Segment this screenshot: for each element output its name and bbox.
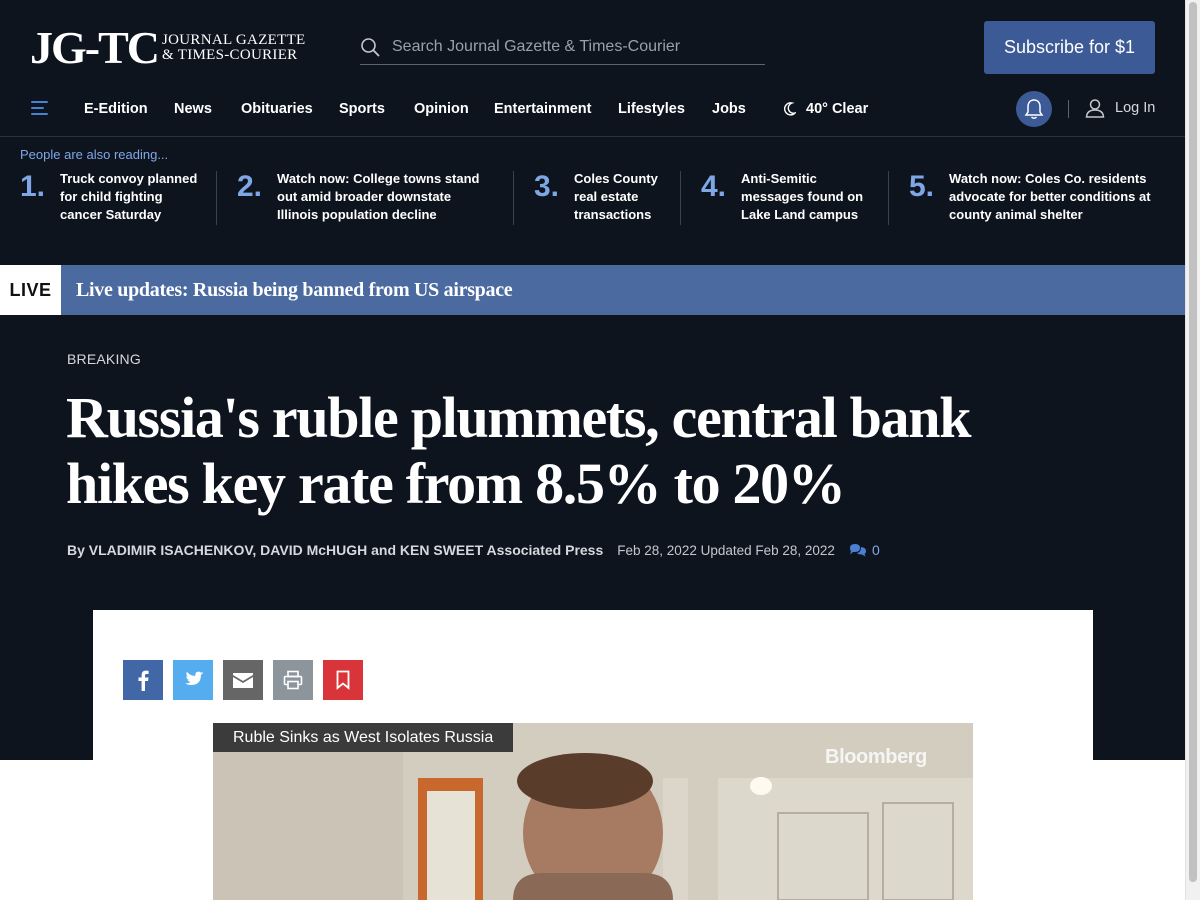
logo-line-2: & TIMES-COURIER [162, 47, 298, 63]
trending-headline[interactable]: Truck convoy planned for child fighting … [60, 170, 197, 224]
nav-item-sports[interactable]: Sports [339, 101, 385, 117]
nav-item-entertainment[interactable]: Entertainment [494, 101, 592, 117]
trending-item-2[interactable]: 2. Watch now: College towns stand out am… [237, 170, 480, 224]
trending-number: 2. [237, 170, 263, 203]
trending-line: out amid broader downstate [277, 189, 452, 204]
trending-divider [216, 171, 217, 225]
video-title: Ruble Sinks as West Isolates Russia [213, 723, 514, 752]
trending-number: 4. [701, 170, 727, 203]
byline-authors: By VLADIMIR ISACHENKOV, DAVID McHUGH and… [67, 542, 604, 558]
video-player[interactable]: Ruble Sinks as West Isolates Russia Bloo… [213, 723, 973, 900]
trending-item-3[interactable]: 3. Coles County real estate transactions [534, 170, 658, 224]
byline-dates: Feb 28, 2022 Updated Feb 28, 2022 [617, 542, 835, 558]
trending-line: Lake Land campus [741, 207, 859, 222]
logo-mark: JG-TC [30, 22, 160, 73]
trending-line: Watch now: Coles Co. residents [949, 171, 1147, 186]
user-icon [1085, 99, 1105, 118]
nav-item-obituaries[interactable]: Obituaries [241, 101, 313, 117]
trending-line: cancer Saturday [60, 207, 162, 222]
share-twitter-button[interactable] [173, 660, 213, 700]
print-icon [283, 670, 303, 690]
headline-line-1: Russia's ruble plummets, central bank [66, 385, 971, 450]
trending-item-1[interactable]: 1. Truck convoy planned for child fighti… [20, 170, 197, 224]
trending-headline[interactable]: Watch now: Coles Co. residents advocate … [949, 170, 1151, 224]
nav-item-news[interactable]: News [174, 101, 212, 117]
article-kicker: BREAKING [67, 351, 141, 367]
share-email-button[interactable] [223, 660, 263, 700]
comments-link[interactable]: 0 [849, 542, 880, 558]
trending-divider [513, 171, 514, 225]
email-icon [233, 672, 253, 688]
search-input[interactable] [392, 38, 752, 56]
trending-line: messages found on [741, 189, 864, 204]
scrollbar-thumb[interactable] [1189, 2, 1197, 882]
trending-item-5[interactable]: 5. Watch now: Coles Co. residents advoca… [909, 170, 1151, 224]
live-headline[interactable]: Live updates: Russia being banned from U… [76, 279, 513, 302]
trending-divider [888, 171, 889, 225]
trending-number: 3. [534, 170, 560, 203]
nav-item-opinion[interactable]: Opinion [414, 101, 469, 117]
nav-item-e-edition[interactable]: E-Edition [84, 101, 148, 117]
notifications-button[interactable] [1016, 91, 1052, 127]
nav-item-lifestyles[interactable]: Lifestyles [618, 101, 685, 117]
share-facebook-button[interactable] [123, 660, 163, 700]
nav-divider [1068, 100, 1069, 118]
trending-line: advocate for better conditions at [949, 189, 1151, 204]
trending-line: real estate [574, 189, 639, 204]
main-nav: E-Edition News Obituaries Sports Opinion… [0, 88, 1185, 137]
nav-item-jobs[interactable]: Jobs [712, 101, 746, 117]
trending-line: Watch now: College towns stand [277, 171, 480, 186]
live-tag: LIVE [0, 265, 61, 315]
live-updates-banner[interactable]: LIVE Live updates: Russia being banned f… [0, 265, 1185, 315]
trending-item-4[interactable]: 4. Anti-Semitic messages found on Lake L… [701, 170, 863, 224]
login-link[interactable]: Log In [1085, 98, 1155, 118]
trending-number: 1. [20, 170, 46, 203]
comment-icon [849, 544, 866, 557]
bookmark-icon [336, 670, 350, 690]
comment-count: 0 [871, 542, 880, 558]
trending-line: Truck convoy planned [60, 171, 198, 186]
article-byline: By VLADIMIR ISACHENKOV, DAVID McHUGH and… [67, 542, 880, 558]
twitter-icon [185, 671, 204, 685]
bookmark-button[interactable] [323, 660, 363, 700]
trending-label: People are also reading... [20, 147, 169, 162]
hamburger-icon[interactable] [31, 100, 49, 118]
trending-number: 5. [909, 170, 935, 203]
weather-widget[interactable]: 40° Clear [784, 101, 868, 117]
trending-line: Anti-Semitic [741, 171, 817, 186]
login-label: Log In [1115, 100, 1156, 116]
trending-line: Coles County [574, 171, 658, 186]
logo-text: JOURNAL GAZETTE & TIMES-COURIER [162, 33, 306, 63]
headline-line-2: hikes key rate from 8.5% to 20% [66, 451, 846, 516]
trending-headline[interactable]: Coles County real estate transactions [574, 170, 658, 224]
facebook-icon [138, 670, 149, 691]
page-scrollbar[interactable] [1185, 0, 1200, 900]
print-button[interactable] [273, 660, 313, 700]
bell-icon [1024, 99, 1044, 119]
trending-line: for child fighting [60, 189, 163, 204]
trending-line: transactions [574, 207, 652, 222]
moon-icon [784, 102, 796, 116]
search-bar [360, 30, 765, 65]
trending-divider [680, 171, 681, 225]
trending-headline[interactable]: Watch now: College towns stand out amid … [277, 170, 479, 224]
trending-headline[interactable]: Anti-Semitic messages found on Lake Land… [741, 170, 863, 224]
logo-line-1: JOURNAL GAZETTE [162, 32, 306, 48]
trending-line: county animal shelter [949, 207, 1083, 222]
article-headline: Russia's ruble plummets, central bank hi… [66, 385, 1126, 517]
trending-line: Illinois population decline [277, 207, 437, 222]
site-logo[interactable]: JG-TC JOURNAL GAZETTE & TIMES-COURIER [30, 24, 306, 72]
weather-label: 40° Clear [806, 101, 869, 117]
search-icon[interactable] [360, 37, 380, 57]
video-brand-watermark: Bloomberg [825, 746, 927, 768]
subscribe-button[interactable]: Subscribe for $1 [984, 21, 1155, 74]
